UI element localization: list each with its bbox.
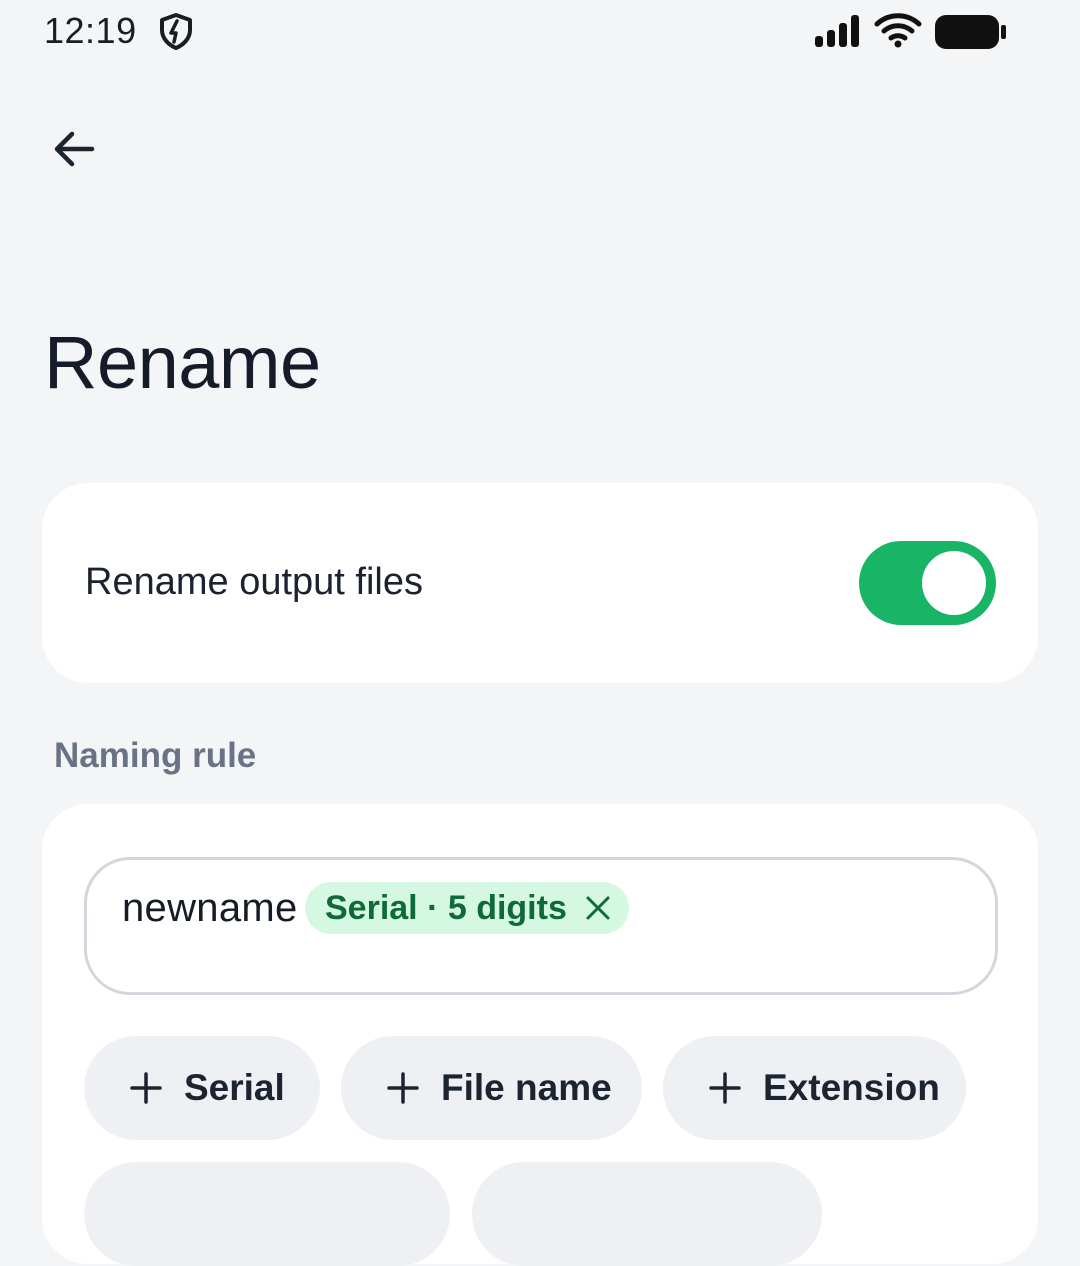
naming-rule-text: newname <box>122 886 298 930</box>
plus-icon <box>387 1072 419 1104</box>
battery-icon <box>935 15 1006 49</box>
status-bar: 12:19 <box>0 0 1080 64</box>
close-icon[interactable] <box>585 895 611 921</box>
shield-icon <box>160 13 192 50</box>
switch-knob <box>922 551 986 615</box>
naming-rule-card: newname Serial · 5 digits Serial File na… <box>42 804 1038 1266</box>
add-token-button[interactable] <box>472 1162 822 1266</box>
serial-token-chip[interactable]: Serial · 5 digits <box>305 882 629 934</box>
rename-toggle-card: Rename output files <box>42 483 1038 683</box>
status-time: 12:19 <box>44 10 137 51</box>
naming-rule-section-label: Naming rule <box>54 736 257 775</box>
plus-icon <box>130 1072 162 1104</box>
serial-token-label: Serial · 5 digits <box>325 888 567 927</box>
rename-output-files-label: Rename output files <box>85 561 423 603</box>
wifi-icon <box>874 13 922 48</box>
page-title: Rename <box>44 321 321 404</box>
plus-icon <box>709 1072 741 1104</box>
back-arrow-icon[interactable] <box>48 122 102 176</box>
add-extension-button[interactable]: Extension <box>663 1036 966 1140</box>
naming-rule-input[interactable]: newname Serial · 5 digits <box>84 857 998 995</box>
add-serial-button[interactable]: Serial <box>84 1036 320 1140</box>
add-file-name-label: File name <box>441 1067 612 1108</box>
rename-output-files-switch[interactable] <box>859 541 996 625</box>
signal-icon <box>815 15 859 47</box>
add-serial-label: Serial <box>184 1067 285 1108</box>
add-token-button[interactable] <box>84 1162 450 1266</box>
add-extension-label: Extension <box>763 1067 940 1108</box>
add-file-name-button[interactable]: File name <box>341 1036 642 1140</box>
